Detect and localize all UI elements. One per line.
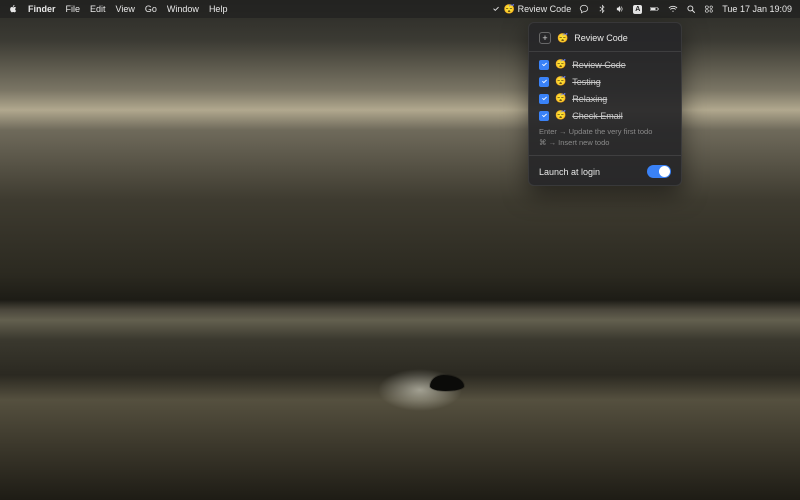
new-todo-row[interactable]: + 😴 Review Code bbox=[529, 29, 681, 47]
todo-label: Check Email bbox=[572, 111, 623, 121]
menu-file[interactable]: File bbox=[66, 4, 81, 14]
plus-icon[interactable]: + bbox=[539, 32, 551, 44]
new-todo-input[interactable]: Review Code bbox=[574, 33, 628, 43]
todo-menubar-label: Review Code bbox=[518, 4, 572, 14]
todo-menubar-item[interactable]: 😴 Review Code bbox=[492, 4, 571, 15]
launch-at-login-row: Launch at login bbox=[529, 160, 681, 181]
todo-label: Relaxing bbox=[572, 94, 607, 104]
check-icon bbox=[492, 5, 500, 13]
launch-at-login-toggle[interactable] bbox=[647, 165, 671, 178]
wallpaper-rock bbox=[430, 375, 464, 391]
menubar-clock[interactable]: Tue 17 Jan 19:09 bbox=[722, 4, 792, 14]
checkbox-icon[interactable] bbox=[539, 77, 549, 87]
todo-emoji-icon: 😴 bbox=[555, 76, 566, 87]
active-app-name[interactable]: Finder bbox=[28, 4, 56, 14]
todo-label: Review Code bbox=[572, 60, 626, 70]
menu-go[interactable]: Go bbox=[145, 4, 157, 14]
todo-emoji-icon: 😴 bbox=[555, 59, 566, 70]
todo-panel: + 😴 Review Code 😴 Review Code 😴 Testing … bbox=[528, 22, 682, 186]
hint-line: Enter → Update the very first todo bbox=[539, 127, 671, 138]
messages-icon[interactable] bbox=[579, 4, 589, 14]
bluetooth-icon[interactable] bbox=[597, 4, 607, 14]
wifi-icon[interactable] bbox=[668, 4, 678, 14]
checkbox-icon[interactable] bbox=[539, 111, 549, 121]
checkbox-icon[interactable] bbox=[539, 60, 549, 70]
menubar: Finder File Edit View Go Window Help 😴 R… bbox=[0, 0, 800, 18]
control-center-icon[interactable] bbox=[704, 4, 714, 14]
volume-icon[interactable] bbox=[615, 4, 625, 14]
hint-block: Enter → Update the very first todo ⌘ → I… bbox=[529, 124, 681, 151]
todo-emoji-icon: 😴 bbox=[555, 110, 566, 121]
todo-item[interactable]: 😴 Relaxing bbox=[529, 90, 681, 107]
menu-window[interactable]: Window bbox=[167, 4, 199, 14]
checkbox-icon[interactable] bbox=[539, 94, 549, 104]
battery-icon[interactable] bbox=[650, 4, 660, 14]
divider bbox=[529, 155, 681, 156]
toggle-knob bbox=[659, 166, 670, 177]
todo-label: Testing bbox=[572, 77, 601, 87]
divider bbox=[529, 51, 681, 52]
apple-logo-icon[interactable] bbox=[8, 4, 18, 14]
todo-item[interactable]: 😴 Review Code bbox=[529, 56, 681, 73]
new-todo-emoji-icon: 😴 bbox=[557, 33, 568, 44]
todo-item[interactable]: 😴 Testing bbox=[529, 73, 681, 90]
todo-emoji-icon: 😴 bbox=[503, 4, 514, 15]
launch-at-login-label: Launch at login bbox=[539, 167, 600, 177]
todo-item[interactable]: 😴 Check Email bbox=[529, 107, 681, 124]
menu-view[interactable]: View bbox=[116, 4, 135, 14]
menu-edit[interactable]: Edit bbox=[90, 4, 106, 14]
todo-emoji-icon: 😴 bbox=[555, 93, 566, 104]
spotlight-icon[interactable] bbox=[686, 4, 696, 14]
menu-help[interactable]: Help bbox=[209, 4, 228, 14]
hint-line: ⌘ → Insert new todo bbox=[539, 138, 671, 149]
input-source-indicator[interactable]: A bbox=[633, 5, 642, 14]
